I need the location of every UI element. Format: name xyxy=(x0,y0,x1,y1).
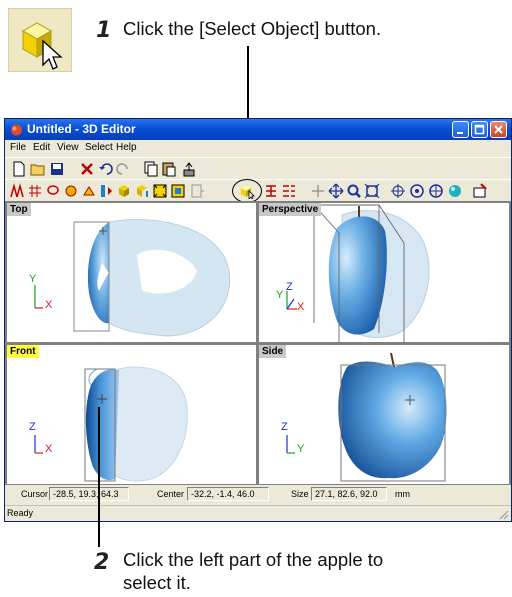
menu-edit[interactable]: Edit xyxy=(33,142,50,153)
ready-bar: Ready xyxy=(5,505,511,521)
center-value: -32.2, -1.4, 46.0 xyxy=(187,487,269,501)
select-all-icon[interactable] xyxy=(281,183,297,199)
viewport-perspective[interactable]: Perspective Y Z X xyxy=(259,203,509,342)
viewport-side[interactable]: Side Z Y xyxy=(259,345,509,484)
open-folder-icon[interactable] xyxy=(30,161,46,177)
group-icon[interactable] xyxy=(152,183,168,199)
select-object-icon-large xyxy=(8,8,72,72)
cursor-label: Cursor xyxy=(21,489,49,499)
toolbar-standard xyxy=(5,157,511,179)
redo-icon[interactable] xyxy=(115,161,131,177)
window-title: Untitled - 3D Editor xyxy=(27,122,136,136)
toolbar-tools xyxy=(5,179,511,203)
axis-label-z: Z xyxy=(281,421,288,433)
leader-line-2 xyxy=(98,407,100,547)
resize-grip-icon[interactable] xyxy=(497,508,509,520)
mirror-icon[interactable] xyxy=(189,183,205,199)
menu-bar: File Edit View Select Help xyxy=(5,140,511,157)
maximize-button[interactable] xyxy=(471,121,488,138)
new-file-icon[interactable] xyxy=(11,161,27,177)
render-icon[interactable] xyxy=(447,183,463,199)
axis-label-x: X xyxy=(45,443,53,455)
box-tool-icon[interactable] xyxy=(116,183,132,199)
axis-label-x: X xyxy=(45,299,53,311)
extrude-icon[interactable] xyxy=(134,183,150,199)
orbit-icon[interactable] xyxy=(428,183,444,199)
ungroup-icon[interactable] xyxy=(170,183,186,199)
viewport-top[interactable]: Top Y X xyxy=(7,203,256,342)
ready-text: Ready xyxy=(7,508,34,518)
step-1-text: Click the [Select Object] button. xyxy=(123,18,382,39)
app-window: Untitled - 3D Editor File Edit View Sele… xyxy=(4,118,512,522)
axis-label-y: Y xyxy=(297,443,305,455)
menu-help[interactable]: Help xyxy=(116,142,137,153)
step-2-number: 2 xyxy=(94,550,110,575)
settings-icon[interactable] xyxy=(472,183,488,199)
cursor-value: -28.5, 19.3, 64.3 xyxy=(49,487,129,501)
viewport-label-side: Side xyxy=(259,345,287,358)
rotate-icon[interactable] xyxy=(310,183,326,199)
center-label: Center xyxy=(157,489,185,499)
pan-icon[interactable] xyxy=(390,183,406,199)
grid-icon[interactable] xyxy=(27,183,43,199)
minimize-button[interactable] xyxy=(452,121,469,138)
step-1-number: 1 xyxy=(96,18,112,43)
delete-icon[interactable] xyxy=(79,161,95,177)
viewport-label-front: Front xyxy=(7,345,39,358)
viewport-label-top: Top xyxy=(7,203,31,216)
size-value: 27.1, 82.6, 92.0 xyxy=(311,487,387,501)
copy-icon[interactable] xyxy=(143,161,159,177)
viewport-label-perspective: Perspective xyxy=(259,203,322,216)
close-button[interactable] xyxy=(490,121,507,138)
step-2-text-line1: Click the left part of the apple to xyxy=(123,549,384,570)
highlight-circle xyxy=(232,179,262,203)
viewport-front[interactable]: Front Z X xyxy=(7,345,256,484)
axis-label-y: Y xyxy=(29,273,37,285)
save-icon[interactable] xyxy=(49,161,65,177)
axis-label-y: Y xyxy=(276,289,284,301)
menu-select[interactable]: Select xyxy=(85,142,113,153)
size-label: Size xyxy=(291,489,309,499)
menu-file[interactable]: File xyxy=(10,142,26,153)
align-icon[interactable] xyxy=(98,183,114,199)
viewport-area: Top Y X Perspective Y Z X Front Z X Side… xyxy=(5,201,511,485)
fit-icon[interactable] xyxy=(364,183,380,199)
title-bar[interactable]: Untitled - 3D Editor xyxy=(5,119,511,140)
axis-label-z: Z xyxy=(29,421,36,433)
step-2-text-line2: select it. xyxy=(123,572,191,593)
axis-label-z: Z xyxy=(286,281,293,293)
select-part-icon[interactable] xyxy=(263,183,279,199)
paste-icon[interactable] xyxy=(161,161,177,177)
app-icon xyxy=(10,123,23,136)
arc-icon[interactable] xyxy=(9,183,25,199)
zoom-icon[interactable] xyxy=(346,183,362,199)
status-bar: Cursor -28.5, 19.3, 64.3 Center -32.2, -… xyxy=(5,485,511,504)
center-icon[interactable] xyxy=(409,183,425,199)
menu-view[interactable]: View xyxy=(57,142,79,153)
undo-icon[interactable] xyxy=(98,161,114,177)
object-properties-icon[interactable] xyxy=(181,161,197,177)
paint-icon[interactable] xyxy=(81,183,97,199)
lasso-icon[interactable] xyxy=(45,183,61,199)
move-icon[interactable] xyxy=(328,183,344,199)
axis-label-x: X xyxy=(297,301,305,313)
sphere-tool-icon[interactable] xyxy=(63,183,79,199)
unit-label: mm xyxy=(395,489,410,499)
